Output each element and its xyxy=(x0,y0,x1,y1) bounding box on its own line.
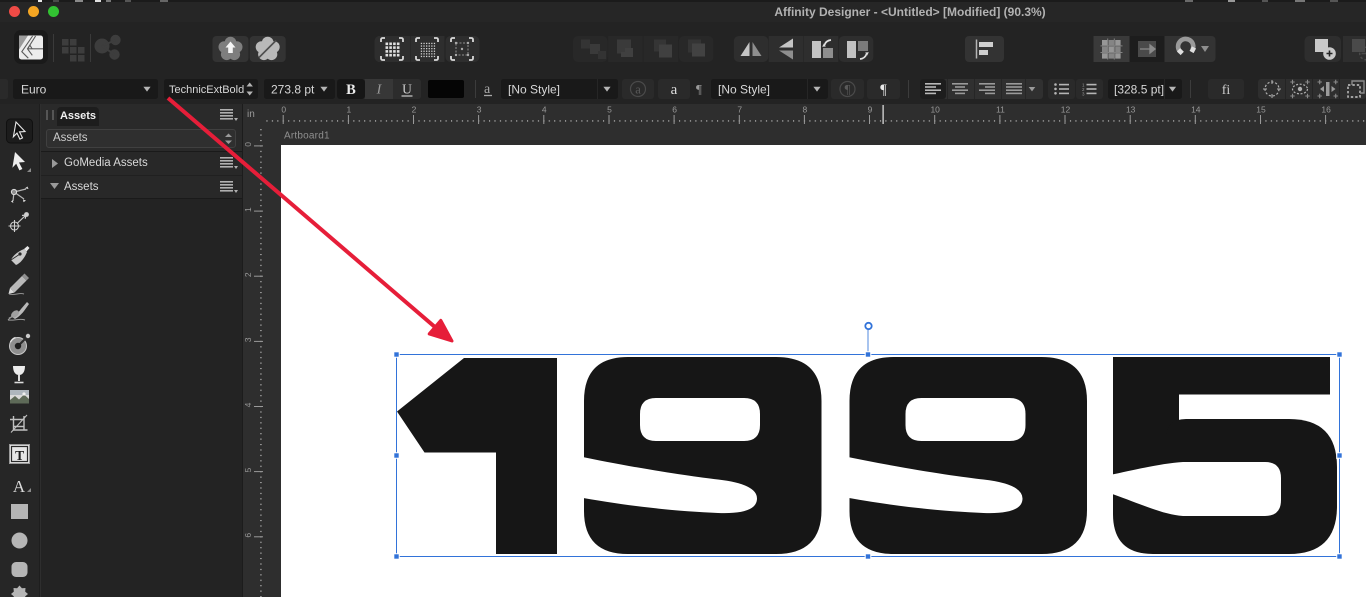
svg-text:in: in xyxy=(247,109,255,120)
svg-text:2: 2 xyxy=(243,272,253,277)
svg-text:5: 5 xyxy=(607,105,612,115)
svg-text:14: 14 xyxy=(1191,105,1201,115)
svg-text:1: 1 xyxy=(347,105,352,115)
svg-text:11: 11 xyxy=(996,105,1005,115)
svg-text:6: 6 xyxy=(672,105,677,115)
svg-text:15: 15 xyxy=(1256,105,1266,115)
svg-text:10: 10 xyxy=(930,105,940,115)
svg-text:8: 8 xyxy=(803,105,808,115)
svg-text:3: 3 xyxy=(477,105,482,115)
svg-text:7: 7 xyxy=(737,105,742,115)
svg-text:Artboard1: Artboard1 xyxy=(284,131,330,142)
svg-text:5: 5 xyxy=(243,467,253,472)
svg-text:16: 16 xyxy=(1321,105,1331,115)
svg-text:12: 12 xyxy=(1061,105,1071,115)
svg-text:0: 0 xyxy=(281,105,286,115)
svg-text:3: 3 xyxy=(243,337,253,342)
svg-text:1: 1 xyxy=(243,207,253,212)
svg-text:6: 6 xyxy=(243,533,253,538)
svg-text:9: 9 xyxy=(868,105,873,115)
svg-text:13: 13 xyxy=(1126,105,1136,115)
svg-text:0: 0 xyxy=(243,142,253,147)
svg-text:4: 4 xyxy=(542,105,547,115)
svg-text:4: 4 xyxy=(243,402,253,407)
svg-text:2: 2 xyxy=(412,105,417,115)
